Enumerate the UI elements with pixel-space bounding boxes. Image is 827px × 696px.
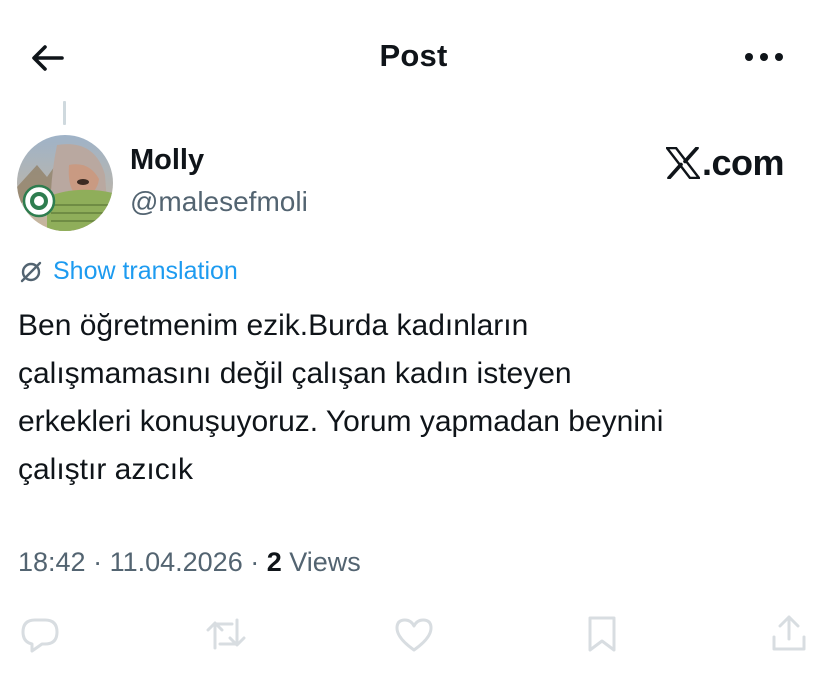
avatar[interactable]	[17, 135, 113, 231]
share-button[interactable]	[767, 612, 811, 656]
thread-connector-line	[63, 101, 66, 125]
post-text: Ben öğretmenim ezik.Burda kadınların çal…	[18, 309, 664, 486]
repost-icon	[206, 618, 246, 650]
post-time[interactable]: 18:42	[18, 547, 86, 577]
show-translation-link[interactable]: Show translation	[19, 257, 238, 286]
like-button[interactable]	[392, 612, 436, 656]
meta-separator: ·	[242, 547, 267, 577]
reply-button[interactable]	[18, 612, 62, 656]
globe-slash-icon	[20, 261, 42, 282]
watermark: .com	[666, 140, 785, 186]
top-bar: Post	[0, 0, 827, 115]
more-options-button[interactable]	[742, 42, 786, 72]
repost-button[interactable]	[204, 612, 248, 656]
bookmark-icon	[588, 616, 616, 652]
action-bar	[0, 612, 827, 660]
reply-icon	[21, 618, 59, 653]
user-handle[interactable]: @malesefmoli	[130, 186, 308, 218]
share-icon	[772, 615, 806, 651]
x-logo-icon	[666, 147, 700, 179]
meta-separator: ·	[85, 547, 110, 577]
views-count: 2	[266, 547, 282, 577]
display-name[interactable]: Molly	[130, 144, 204, 177]
page-title: Post	[379, 38, 448, 73]
post-date[interactable]: 11.04.2026	[110, 547, 243, 577]
views-label: Views	[281, 547, 361, 577]
show-translation-label: Show translation	[53, 257, 238, 285]
post-meta: 18:42 · 11.04.2026 · 2 Views	[18, 547, 361, 578]
watermark-text: .com	[702, 142, 785, 183]
avatar-image	[17, 135, 113, 231]
heart-icon	[395, 618, 433, 652]
bookmark-button[interactable]	[580, 612, 624, 656]
more-horizontal-icon	[745, 53, 783, 61]
